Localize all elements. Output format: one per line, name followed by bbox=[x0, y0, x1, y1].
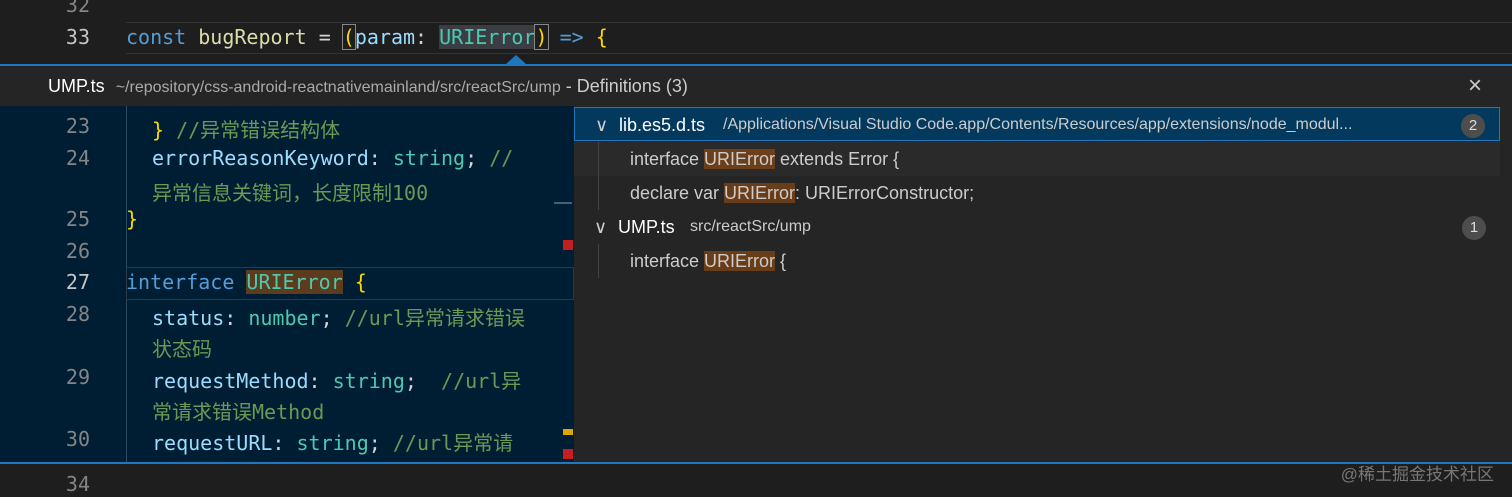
peek-file-name: UMP.ts bbox=[48, 76, 105, 96]
line-number: 23 bbox=[65, 114, 90, 138]
peek-title: - Definitions (3) bbox=[565, 76, 688, 96]
count-badge: 1 bbox=[1462, 216, 1486, 240]
tree-group-lib-es5[interactable]: ∨ lib.es5.d.ts /Applications/Visual Stud… bbox=[574, 107, 1500, 141]
line-number: 29 bbox=[65, 365, 90, 389]
peek-editor[interactable]: 23 } //异常错误结构体 24 errorReasonKeyword: st… bbox=[0, 106, 574, 462]
reference-item[interactable]: interface URIError extends Error { bbox=[574, 142, 1500, 176]
line-number: 26 bbox=[65, 239, 90, 263]
line-number: 27 bbox=[65, 270, 90, 294]
editor-bottom: 34 @稀土掘金技术社区 bbox=[0, 464, 1512, 497]
tree-group-ump[interactable]: ∨ UMP.ts src/reactSrc/ump 1 bbox=[574, 210, 1500, 244]
peek-file-path: ~/repository/css-android-reactnativemain… bbox=[115, 79, 561, 96]
close-icon[interactable]: × bbox=[1468, 66, 1482, 106]
line-number: 30 bbox=[65, 427, 90, 451]
line-number: 25 bbox=[65, 207, 90, 231]
line-number: 32 bbox=[65, 0, 90, 17]
count-badge: 2 bbox=[1461, 114, 1485, 138]
line-number: 28 bbox=[65, 302, 90, 326]
peek-header: UMP.ts ~/repository/css-android-reactnat… bbox=[0, 66, 1512, 106]
reference-item[interactable]: interface URIError { bbox=[574, 244, 1500, 278]
watermark: @稀土掘金技术社区 bbox=[1340, 465, 1494, 484]
line-number: 34 bbox=[65, 472, 90, 496]
peek-definitions-widget: UMP.ts ~/repository/css-android-reactnat… bbox=[0, 64, 1512, 464]
editor-top: 32 33 const bugReport = (param: URIError… bbox=[0, 0, 1512, 64]
peek-pointer bbox=[506, 55, 526, 64]
code-line-33[interactable]: const bugReport = (param: URIError) => { bbox=[126, 24, 608, 50]
line-number: 33 bbox=[65, 25, 90, 49]
reference-item[interactable]: declare var URIError: URIErrorConstructo… bbox=[574, 176, 1500, 210]
references-tree: ∨ lib.es5.d.ts /Applications/Visual Stud… bbox=[574, 106, 1512, 462]
line-number: 24 bbox=[65, 146, 90, 170]
